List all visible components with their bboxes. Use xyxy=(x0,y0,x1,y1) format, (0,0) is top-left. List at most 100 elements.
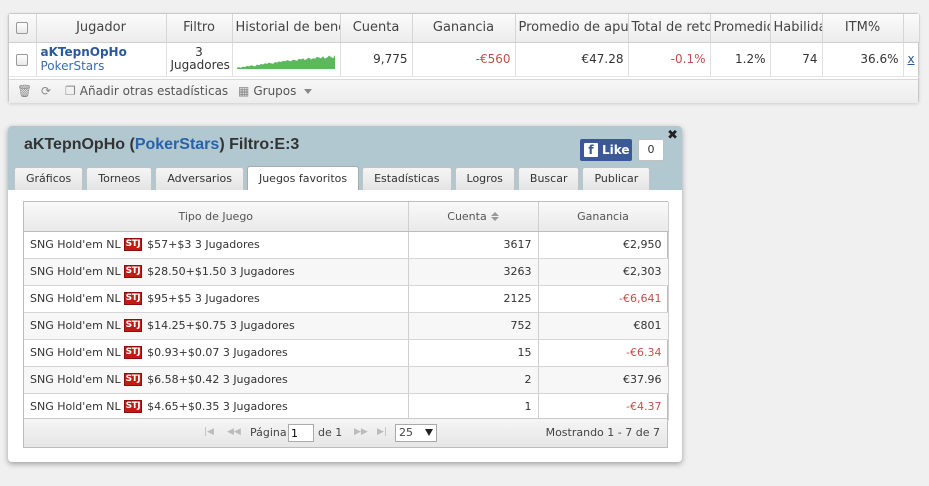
header-habilidad[interactable]: Habilida xyxy=(770,14,823,43)
page-size-select[interactable]: 25 xyxy=(395,424,437,442)
pager-bar: |◀ ◀◀ Página de 1 ▶▶ ▶| 25 Mostrando 1 -… xyxy=(24,418,667,447)
page-number-input[interactable] xyxy=(288,424,314,442)
remove-cell[interactable]: x xyxy=(903,42,920,77)
tab-publicar[interactable]: Publicar xyxy=(582,167,651,190)
page-label: Página xyxy=(250,426,287,439)
game-type-cell: SNG Hold'em NL STJ $14.25+$0.75 3 Jugadore… xyxy=(24,312,409,340)
game-type-cell: SNG Hold'em NL STJ $0.93+$0.07 3 Jugadores xyxy=(24,339,409,367)
player-site-link[interactable]: PokerStars xyxy=(41,59,162,73)
header-games-ganancia[interactable]: Ganancia xyxy=(538,202,669,232)
game-row[interactable]: SNG Hold'em NL STJ $4.65+$0.35 3 Jugadores… xyxy=(24,393,669,421)
player-popup: aKTepnOpHo (PokerStars) Filtro:E:3 ✖ f L… xyxy=(8,126,682,462)
game-name: SNG Hold'em NL xyxy=(30,238,121,251)
chevron-down-icon xyxy=(425,429,433,436)
game-stake: $0.93+$0.07 3 Jugadores xyxy=(147,346,288,359)
profit-history-cell[interactable] xyxy=(232,42,341,77)
tab-graficos[interactable]: Gráficos xyxy=(14,167,84,190)
header-tipo-juego[interactable]: Tipo de Juego xyxy=(24,202,409,232)
row-checkbox[interactable] xyxy=(16,53,29,66)
game-row[interactable]: SNG Hold'em NL STJ $95+$5 3 Jugadores 2125-… xyxy=(24,285,669,313)
tab-logros[interactable]: Logros xyxy=(454,167,515,190)
tab-buscar[interactable]: Buscar xyxy=(517,167,580,190)
game-profit: €37.96 xyxy=(538,366,669,394)
game-stake: $6.58+$0.42 3 Jugadores xyxy=(147,373,288,386)
game-profit: -€4.37 xyxy=(538,393,669,421)
prev-page-icon[interactable]: ◀◀ xyxy=(227,427,241,437)
game-row[interactable]: SNG Hold'em NL STJ $0.93+$0.07 3 Jugadores… xyxy=(24,339,669,367)
player-row[interactable]: aKTepnOpHo PokerStars 3 Jugadores 9,775 … xyxy=(9,42,920,77)
promedio-value: 1.2% xyxy=(710,42,771,77)
page-of-label: de 1 xyxy=(318,426,343,439)
page-size-value: 25 xyxy=(399,426,413,439)
tab-torneos[interactable]: Torneos xyxy=(86,167,153,190)
cuenta-value: 9,775 xyxy=(340,42,413,77)
popup-title-site[interactable]: PokerStars xyxy=(135,136,220,153)
game-row[interactable]: SNG Hold'em NL STJ $14.25+$0.75 3 Jugadore… xyxy=(24,312,669,340)
popup-title-player: aKTepnOpHo xyxy=(24,136,126,153)
next-page-icon[interactable]: ▶▶ xyxy=(354,427,368,437)
header-historial[interactable]: Historial de benef xyxy=(232,14,341,43)
game-profit: -€6.34 xyxy=(538,339,669,367)
groups-label: Grupos xyxy=(253,84,297,98)
select-all-header[interactable] xyxy=(9,14,37,43)
refresh-icon[interactable]: ⟳ xyxy=(41,84,51,98)
game-profit: €801 xyxy=(538,312,669,340)
header-jugador[interactable]: Jugador xyxy=(36,14,167,43)
game-count: 2 xyxy=(408,366,539,394)
facebook-like-button[interactable]: f Like xyxy=(580,139,632,161)
tab-juegos-favoritos[interactable]: Juegos favoritos xyxy=(246,166,360,190)
first-page-icon[interactable]: |◀ xyxy=(204,427,214,437)
popup-header: aKTepnOpHo (PokerStars) Filtro:E:3 ✖ f L… xyxy=(8,126,682,190)
game-profit: €2,950 xyxy=(538,231,669,259)
game-profit: €2,303 xyxy=(538,258,669,286)
player-name-link[interactable]: aKTepnOpHo xyxy=(41,45,162,59)
close-icon[interactable]: ✖ xyxy=(667,128,678,143)
stj-badge: STJ xyxy=(123,319,143,332)
last-page-icon[interactable]: ▶| xyxy=(377,427,387,437)
header-cuenta[interactable]: Cuenta xyxy=(340,14,413,43)
header-tipo-juego-label: Tipo de Juego xyxy=(178,209,254,223)
game-stake: $28.50+$1.50 3 Jugadores xyxy=(147,265,295,278)
game-row[interactable]: SNG Hold'em NL STJ $57+$3 3 Jugadores 3617 €… xyxy=(24,231,669,259)
player-cell[interactable]: aKTepnOpHo PokerStars xyxy=(36,42,167,77)
favorite-games-grid: Tipo de Juego Cuenta Ganancia SNG Hold'e… xyxy=(23,201,669,448)
header-total-retorno[interactable]: Total de reto xyxy=(628,14,711,43)
ganancia-value: -€560 xyxy=(412,42,516,77)
header-games-cuenta-label: Cuenta xyxy=(447,209,487,223)
header-ganancia[interactable]: Ganancia xyxy=(412,14,516,43)
tab-estadisticas[interactable]: Estadísticas xyxy=(362,167,452,190)
game-row[interactable]: SNG Hold'em NL STJ $28.50+$1.50 3 Jugadore… xyxy=(24,258,669,286)
popup-title: aKTepnOpHo (PokerStars) Filtro:E:3 xyxy=(24,136,300,153)
header-games-ganancia-label: Ganancia xyxy=(577,209,629,223)
game-name: SNG Hold'em NL xyxy=(30,265,121,278)
header-itm[interactable]: ITM% xyxy=(822,14,904,43)
header-games-cuenta[interactable]: Cuenta xyxy=(408,202,539,232)
header-filtro[interactable]: Filtro xyxy=(166,14,233,43)
stj-badge: STJ xyxy=(123,265,143,278)
game-stake: $4.65+$0.35 3 Jugadores xyxy=(147,400,288,413)
stj-badge: STJ xyxy=(123,238,143,251)
remove-player-link[interactable]: x xyxy=(907,52,914,66)
game-count: 752 xyxy=(408,312,539,340)
stj-badge: STJ xyxy=(123,292,143,305)
row-checkbox-cell[interactable] xyxy=(9,42,37,77)
facebook-like-count: 0 xyxy=(638,139,664,161)
select-all-checkbox[interactable] xyxy=(16,21,29,34)
profit-sparkline[interactable] xyxy=(236,45,335,71)
header-promedio-apuesta[interactable]: Promedio de apues xyxy=(515,14,629,43)
stj-badge: STJ xyxy=(123,346,143,359)
tab-adversarios[interactable]: Adversarios xyxy=(155,167,244,190)
game-row[interactable]: SNG Hold'em NL STJ $6.58+$0.42 3 Jugadores… xyxy=(24,366,669,394)
add-stats-label: Añadir otras estadísticas xyxy=(79,84,229,98)
game-stake: $57+$3 3 Jugadores xyxy=(147,238,260,251)
game-type-cell: SNG Hold'em NL STJ $28.50+$1.50 3 Jugadore… xyxy=(24,258,409,286)
filter-players-label: Jugadores xyxy=(170,58,230,72)
trash-icon[interactable]: 🗑 xyxy=(17,84,32,98)
header-promedio[interactable]: Promedio xyxy=(710,14,771,43)
filter-cell: 3 Jugadores xyxy=(166,42,233,77)
facebook-like-label: Like xyxy=(602,143,630,157)
groups-button[interactable]: ▦ Grupos xyxy=(238,84,313,98)
add-stats-button[interactable]: ❐ Añadir otras estadísticas xyxy=(65,84,228,98)
promedio-apuesta-value: €47.28 xyxy=(515,42,629,77)
stats-table: Jugador Filtro Historial de benef Cuenta… xyxy=(9,14,920,77)
